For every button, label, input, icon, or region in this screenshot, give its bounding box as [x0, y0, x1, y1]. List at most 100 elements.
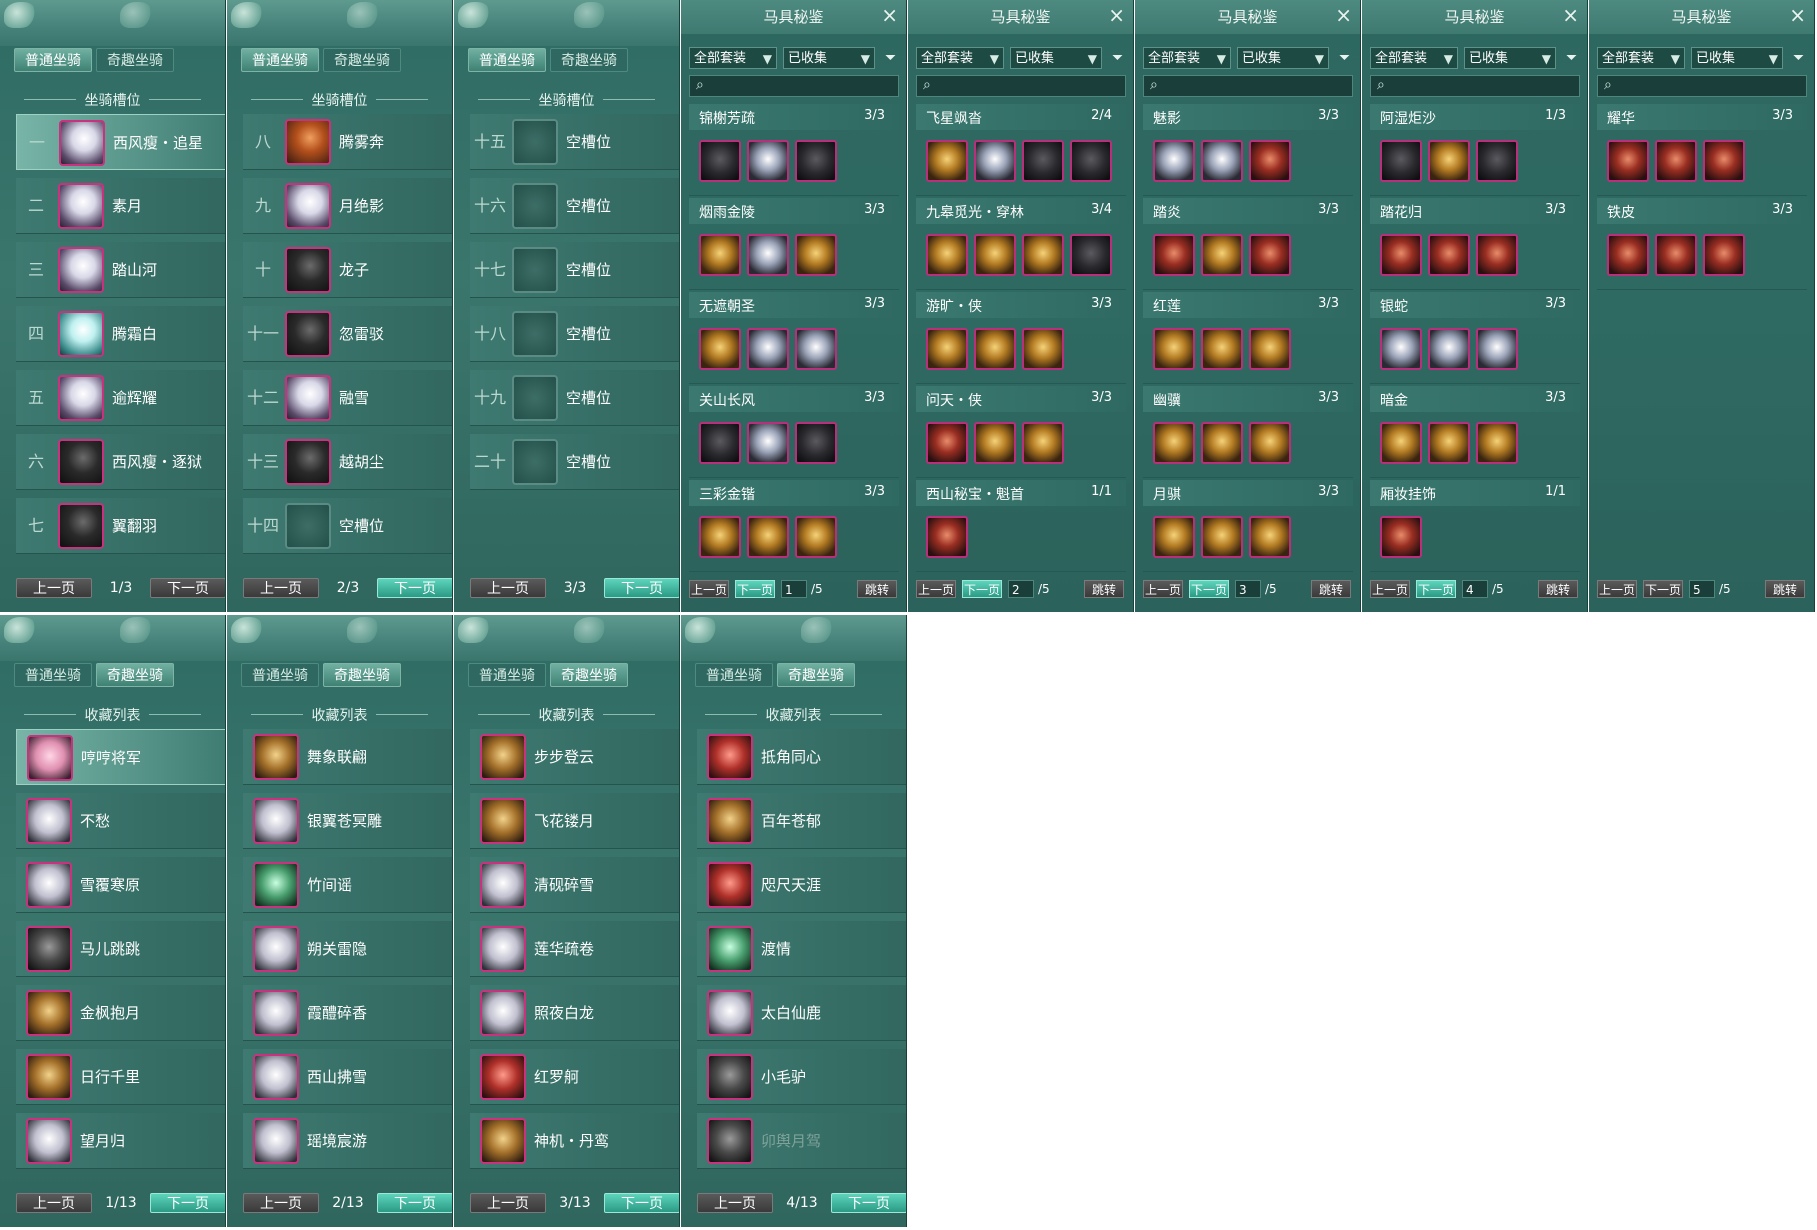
mount-slot[interactable]: 五 逾辉耀	[16, 370, 225, 426]
prev-page-button[interactable]: 上一页	[916, 580, 956, 598]
filter-funnel-icon[interactable]: ⏷	[1339, 49, 1355, 67]
tack-piece-icon[interactable]	[1380, 234, 1422, 276]
tack-piece-icon[interactable]	[1607, 140, 1649, 182]
tab-normal-mounts[interactable]: 普通坐骑	[241, 48, 319, 72]
prev-page-button[interactable]: 上一页	[1143, 580, 1183, 598]
fun-mount-item[interactable]: 卯舆月驾	[697, 1113, 906, 1169]
search-box[interactable]: ⌕	[1597, 75, 1807, 97]
tack-piece-icon[interactable]	[1249, 422, 1291, 464]
next-page-button[interactable]: 下一页	[150, 1193, 225, 1213]
prev-page-button[interactable]: 上一页	[16, 578, 92, 598]
tack-piece-icon[interactable]	[699, 234, 741, 276]
next-page-button[interactable]: 下一页	[150, 578, 225, 598]
mount-slot[interactable]: 十六 空槽位	[470, 178, 679, 234]
page-number-input[interactable]: 3	[1235, 580, 1261, 598]
fun-mount-item[interactable]: 西山拂雪	[243, 1049, 452, 1105]
mount-slot[interactable]: 九 月绝影	[243, 178, 452, 234]
filter-funnel-icon[interactable]: ⏷	[885, 49, 901, 67]
tack-piece-icon[interactable]	[699, 516, 741, 558]
fun-mount-item[interactable]: 神机・丹鸾	[470, 1113, 679, 1169]
tack-piece-icon[interactable]	[1655, 140, 1697, 182]
tack-piece-icon[interactable]	[1153, 328, 1195, 370]
tack-piece-icon[interactable]	[1022, 140, 1064, 182]
mount-slot[interactable]: 十一 忽雷驳	[243, 306, 452, 362]
tack-piece-icon[interactable]	[1153, 234, 1195, 276]
collected-filter-dropdown[interactable]: 已收集 ▼	[1464, 47, 1556, 69]
tack-piece-icon[interactable]	[974, 328, 1016, 370]
mount-slot[interactable]: 十九 空槽位	[470, 370, 679, 426]
fun-mount-item[interactable]: 瑶境宸游	[243, 1113, 452, 1169]
tack-piece-icon[interactable]	[1703, 234, 1745, 276]
tack-piece-icon[interactable]	[747, 140, 789, 182]
tack-piece-icon[interactable]	[1428, 234, 1470, 276]
collected-filter-dropdown[interactable]: 已收集 ▼	[1237, 47, 1329, 69]
close-icon[interactable]: ×	[1335, 4, 1352, 26]
tab-fun-mounts[interactable]: 奇趣坐骑	[323, 663, 401, 687]
jump-button[interactable]: 跳转	[1538, 580, 1578, 598]
next-page-button[interactable]: 下一页	[1643, 580, 1683, 598]
tab-normal-mounts[interactable]: 普通坐骑	[468, 663, 546, 687]
collected-filter-dropdown[interactable]: 已收集 ▼	[783, 47, 875, 69]
tack-piece-icon[interactable]	[747, 516, 789, 558]
mount-slot[interactable]: 十二 融雪	[243, 370, 452, 426]
tack-piece-icon[interactable]	[926, 516, 968, 558]
page-number-input[interactable]: 2	[1008, 580, 1034, 598]
jump-button[interactable]: 跳转	[1084, 580, 1124, 598]
tack-piece-icon[interactable]	[1022, 422, 1064, 464]
tack-piece-icon[interactable]	[1476, 328, 1518, 370]
tack-piece-icon[interactable]	[1428, 422, 1470, 464]
tack-piece-icon[interactable]	[1022, 328, 1064, 370]
fun-mount-item[interactable]: 莲华疏卷	[470, 921, 679, 977]
fun-mount-item[interactable]: 舞象联翩	[243, 729, 452, 785]
mount-slot[interactable]: 三 踏山河	[16, 242, 225, 298]
fun-mount-item[interactable]: 百年苍郁	[697, 793, 906, 849]
mount-slot[interactable]: 一 西风瘦・追星	[16, 114, 225, 170]
fun-mount-item[interactable]: 步步登云	[470, 729, 679, 785]
mount-slot[interactable]: 十 龙子	[243, 242, 452, 298]
prev-page-button[interactable]: 上一页	[697, 1193, 773, 1213]
next-page-button[interactable]: 下一页	[962, 580, 1002, 598]
prev-page-button[interactable]: 上一页	[1597, 580, 1637, 598]
jump-button[interactable]: 跳转	[1765, 580, 1805, 598]
search-box[interactable]: ⌕	[1143, 75, 1353, 97]
prev-page-button[interactable]: 上一页	[470, 1193, 546, 1213]
mount-slot[interactable]: 六 西风瘦・逐狱	[16, 434, 225, 490]
tack-piece-icon[interactable]	[1201, 328, 1243, 370]
fun-mount-item[interactable]: 渡情	[697, 921, 906, 977]
fun-mount-item[interactable]: 清砚碎雪	[470, 857, 679, 913]
tack-piece-icon[interactable]	[1153, 422, 1195, 464]
filter-funnel-icon[interactable]: ⏷	[1112, 49, 1128, 67]
next-page-button[interactable]: 下一页	[377, 1193, 452, 1213]
tack-piece-icon[interactable]	[1703, 140, 1745, 182]
collected-filter-dropdown[interactable]: 已收集 ▼	[1691, 47, 1783, 69]
fun-mount-item[interactable]: 太白仙鹿	[697, 985, 906, 1041]
fun-mount-item[interactable]: 小毛驴	[697, 1049, 906, 1105]
mount-slot[interactable]: 十四 空槽位	[243, 498, 452, 554]
next-page-button[interactable]: 下一页	[1416, 580, 1456, 598]
search-input[interactable]	[1624, 78, 1794, 94]
tab-normal-mounts[interactable]: 普通坐骑	[14, 663, 92, 687]
mount-slot[interactable]: 七 翼翻羽	[16, 498, 225, 554]
prev-page-button[interactable]: 上一页	[1370, 580, 1410, 598]
fun-mount-item[interactable]: 哼哼将军	[16, 729, 225, 785]
tack-piece-icon[interactable]	[699, 422, 741, 464]
set-filter-dropdown[interactable]: 全部套装 ▼	[1597, 47, 1685, 69]
tab-normal-mounts[interactable]: 普通坐骑	[468, 48, 546, 72]
tack-piece-icon[interactable]	[1249, 328, 1291, 370]
set-filter-dropdown[interactable]: 全部套装 ▼	[1370, 47, 1458, 69]
tack-piece-icon[interactable]	[926, 234, 968, 276]
tab-fun-mounts[interactable]: 奇趣坐骑	[550, 663, 628, 687]
tack-piece-icon[interactable]	[795, 140, 837, 182]
tack-piece-icon[interactable]	[747, 422, 789, 464]
filter-funnel-icon[interactable]: ⏷	[1566, 49, 1582, 67]
mount-slot[interactable]: 十八 空槽位	[470, 306, 679, 362]
search-input[interactable]	[1397, 78, 1567, 94]
tack-piece-icon[interactable]	[974, 234, 1016, 276]
tack-piece-icon[interactable]	[699, 140, 741, 182]
next-page-button[interactable]: 下一页	[831, 1193, 906, 1213]
fun-mount-item[interactable]: 朔关雷隐	[243, 921, 452, 977]
tack-piece-icon[interactable]	[1476, 234, 1518, 276]
search-input[interactable]	[1170, 78, 1340, 94]
tack-piece-icon[interactable]	[1380, 516, 1422, 558]
tack-piece-icon[interactable]	[1249, 516, 1291, 558]
